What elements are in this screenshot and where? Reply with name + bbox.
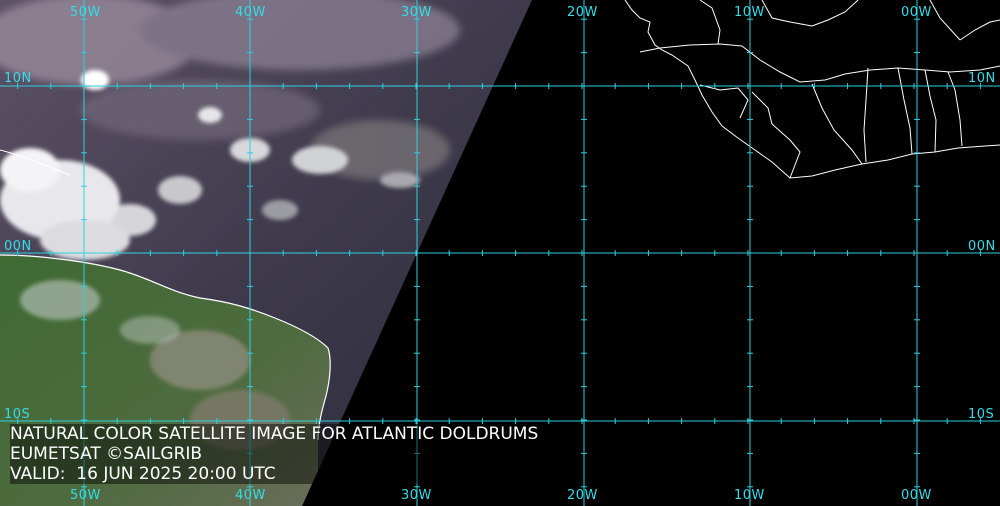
lat-label-right: 00N <box>968 239 996 254</box>
lon-label-bottom: 30W <box>401 488 432 503</box>
lat-label-right: 10S <box>968 407 995 422</box>
caption-valid-time: VALID: 16 JUN 2025 20:00 UTC <box>10 464 276 484</box>
lat-label-left: 10N <box>4 71 32 86</box>
caption-credit: EUMETSAT ©SAILGRIB <box>10 444 203 464</box>
lon-label-bottom: 10W <box>734 488 765 503</box>
lon-label-bottom: 00W <box>901 488 932 503</box>
lat-label-right: 10N <box>968 71 996 86</box>
lon-label-top: 40W <box>235 5 266 20</box>
lon-label-top: 20W <box>567 5 598 20</box>
lon-label-bottom: 40W <box>235 488 266 503</box>
lon-label-top: 10W <box>734 5 765 20</box>
lat-label-left: 00N <box>4 239 32 254</box>
lon-label-bottom: 20W <box>567 488 598 503</box>
caption-title: NATURAL COLOR SATELLITE IMAGE FOR ATLANT… <box>10 424 539 444</box>
lon-label-top: 50W <box>70 5 101 20</box>
lat-label-left: 10S <box>4 407 31 422</box>
lon-label-top: 00W <box>901 5 932 20</box>
lon-label-top: 30W <box>401 5 432 20</box>
image-caption: NATURAL COLOR SATELLITE IMAGE FOR ATLANT… <box>10 424 543 484</box>
lon-label-bottom: 50W <box>70 488 101 503</box>
